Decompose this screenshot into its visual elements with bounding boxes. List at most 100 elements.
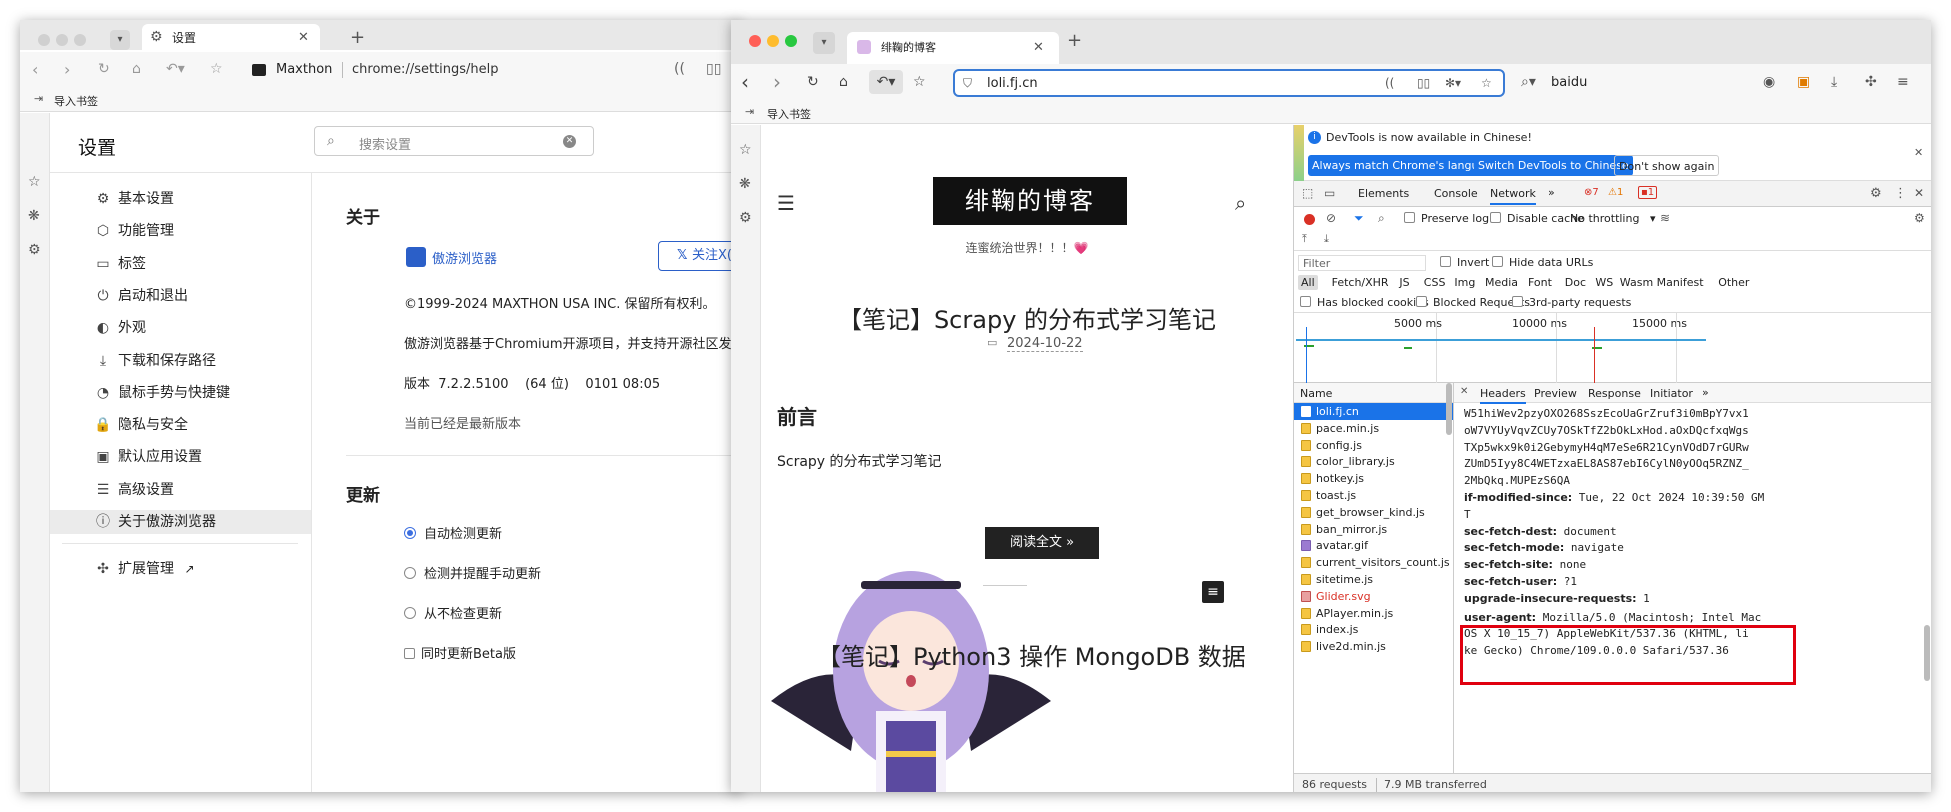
back-icon[interactable]: ‹	[32, 62, 38, 78]
nav-item-8[interactable]: ▣ 默认应用设置	[94, 445, 202, 469]
scrollbar[interactable]	[1924, 625, 1930, 681]
request-row[interactable]: live2d.min.js	[1294, 638, 1453, 655]
checkbox[interactable]	[1490, 212, 1501, 223]
notes-icon[interactable]: ▣	[1797, 75, 1810, 89]
star-icon[interactable]: ☆	[913, 75, 926, 89]
tab-list-chevron-icon[interactable]: ▾	[813, 32, 835, 54]
next-post-title[interactable]: 【笔记】Python3 操作 MongoDB 数据	[817, 637, 1246, 672]
toc-menu-icon[interactable]: ≡	[1202, 581, 1224, 603]
type-filter-css[interactable]: CSS	[1421, 275, 1449, 290]
back-icon[interactable]: ‹	[741, 72, 749, 92]
more-detail-tabs-icon[interactable]: »	[1702, 386, 1709, 399]
issue-badge[interactable]: ▪1	[1638, 186, 1658, 199]
filter-input[interactable]: Filter	[1298, 255, 1426, 271]
url-text[interactable]: chrome://settings/help	[352, 62, 499, 77]
request-row[interactable]: avatar.gif	[1294, 537, 1453, 554]
warning-badge[interactable]: ⚠1	[1608, 187, 1623, 198]
nav-item-10[interactable]: ⓘ 关于傲游浏览器	[50, 510, 311, 534]
bookmark-import[interactable]: 导入书签	[54, 93, 98, 109]
record-icon[interactable]	[1304, 214, 1315, 225]
new-tab-plus-icon[interactable]: +	[350, 29, 365, 47]
nav-item-7[interactable]: 🔒 隐私与安全	[94, 413, 188, 437]
forward-icon[interactable]: ›	[773, 72, 781, 92]
tab-elements[interactable]: Elements	[1358, 187, 1409, 200]
hide-data-urls-checkbox[interactable]: Hide data URLs	[1492, 256, 1593, 269]
third-party-checkbox[interactable]: 3rd-party requests	[1512, 296, 1631, 309]
reload-icon[interactable]: ↻	[98, 62, 110, 76]
tab-settings[interactable]: ⚙ 设置 ✕	[142, 24, 320, 52]
bookmark-star-icon[interactable]: ☆	[1481, 77, 1492, 89]
tab-blog[interactable]: 绯鞠的博客 ✕	[847, 32, 1059, 64]
clear-icon[interactable]: ⊘	[1326, 212, 1336, 224]
tab-headers[interactable]: Headers	[1480, 387, 1526, 404]
type-filter-manifest[interactable]: Manifest	[1654, 275, 1707, 290]
request-row[interactable]: ban_mirror.js	[1294, 521, 1453, 538]
star-icon[interactable]: ☆	[210, 62, 223, 76]
close-dot[interactable]	[38, 34, 50, 46]
request-row[interactable]: Glider.svg	[1294, 588, 1453, 605]
follow-x-button[interactable]: 𝕏 关注X(T	[658, 241, 740, 271]
address-bar[interactable]: ⛉ loli.fj.cn (( ▯▯ ✻▾ ☆	[953, 69, 1505, 97]
close-dot[interactable]	[749, 35, 761, 47]
home-icon[interactable]: ⌂	[839, 75, 848, 89]
checkbox[interactable]	[1492, 256, 1503, 267]
search-input[interactable]: ⌕ 搜索设置 ✕	[314, 126, 594, 156]
bookmark-import[interactable]: 导入书签	[767, 106, 811, 122]
checkbox[interactable]	[404, 648, 415, 659]
extensions-link[interactable]: ✣ 扩展管理 ↗	[94, 557, 194, 581]
tab-console[interactable]: Console	[1434, 187, 1478, 200]
dont-show-button[interactable]: Don't show again	[1614, 155, 1720, 176]
nav-item-1[interactable]: ⬡ 功能管理	[94, 219, 174, 243]
undo-icon[interactable]: ↶▾	[869, 70, 903, 94]
type-filter-other[interactable]: Other	[1715, 275, 1752, 290]
import-har-icon[interactable]: ⤒	[1302, 233, 1307, 244]
star-icon[interactable]: ☆	[28, 175, 41, 189]
search-engine[interactable]: baidu	[1551, 75, 1587, 90]
extension-icon[interactable]: ❋	[739, 177, 751, 191]
extension-icon[interactable]: ✻▾	[1445, 77, 1461, 89]
wifi-icon[interactable]: ≋	[1660, 212, 1670, 224]
scrollbar[interactable]	[1446, 383, 1452, 435]
name-column-header[interactable]: Name	[1294, 383, 1453, 403]
checkbox[interactable]	[1404, 212, 1415, 223]
reader-mode-icon[interactable]: ▯▯	[706, 62, 721, 76]
radio[interactable]	[404, 607, 416, 619]
more-tabs-icon[interactable]: »	[1548, 186, 1555, 199]
update-option-1[interactable]: 检测并提醒手动更新	[404, 563, 541, 582]
request-row[interactable]: sitetime.js	[1294, 571, 1453, 588]
post-title[interactable]: 【笔记】Scrapy 的分布式学习笔记	[761, 300, 1293, 335]
reload-icon[interactable]: ↻	[807, 75, 819, 89]
export-har-icon[interactable]: ⤓	[1324, 233, 1329, 244]
tab-list-chevron-icon[interactable]: ▾	[110, 30, 130, 50]
inspect-icon[interactable]: ⬚	[1302, 187, 1313, 199]
close-icon[interactable]: ✕	[1033, 41, 1044, 54]
read-aloud-icon[interactable]: ((	[674, 62, 685, 76]
request-row[interactable]: loli.fj.cn	[1294, 403, 1453, 420]
home-icon[interactable]: ⌂	[132, 62, 141, 76]
network-settings-icon[interactable]: ⚙	[1914, 212, 1925, 224]
close-icon[interactable]: ✕	[1914, 147, 1923, 158]
device-toggle-icon[interactable]: ▭	[1324, 187, 1335, 199]
nav-item-5[interactable]: ⤓ 下载和保存路径	[94, 349, 216, 373]
extension-icon[interactable]: ❋	[28, 209, 40, 223]
star-icon[interactable]: ☆	[739, 143, 752, 157]
checkbox[interactable]	[1416, 296, 1427, 307]
tab-initiator[interactable]: Initiator	[1650, 387, 1693, 400]
extensions-puzzle-icon[interactable]: ✣	[1865, 75, 1877, 89]
search-icon[interactable]: ⌕	[1378, 212, 1385, 224]
request-row[interactable]: color_library.js	[1294, 453, 1453, 470]
close-icon[interactable]: ✕	[298, 31, 309, 44]
blocked-cookies-checkbox[interactable]: Has blocked cookies	[1300, 296, 1429, 309]
request-row[interactable]: get_browser_kind.js	[1294, 504, 1453, 521]
type-filter-all[interactable]: All	[1298, 275, 1318, 290]
switch-devtools-button[interactable]: Switch DevTools to Chinese	[1474, 155, 1633, 176]
request-row[interactable]: pace.min.js	[1294, 420, 1453, 437]
download-icon[interactable]: ⤓	[1831, 75, 1837, 89]
undo-icon[interactable]: ↶▾	[166, 62, 185, 76]
gear-icon[interactable]: ⚙	[28, 243, 41, 257]
minimize-dot[interactable]	[767, 35, 779, 47]
search-icon[interactable]: ⌕	[1235, 193, 1246, 213]
checkbox[interactable]	[1512, 296, 1523, 307]
request-row[interactable]: toast.js	[1294, 487, 1453, 504]
maximize-dot[interactable]	[74, 34, 86, 46]
